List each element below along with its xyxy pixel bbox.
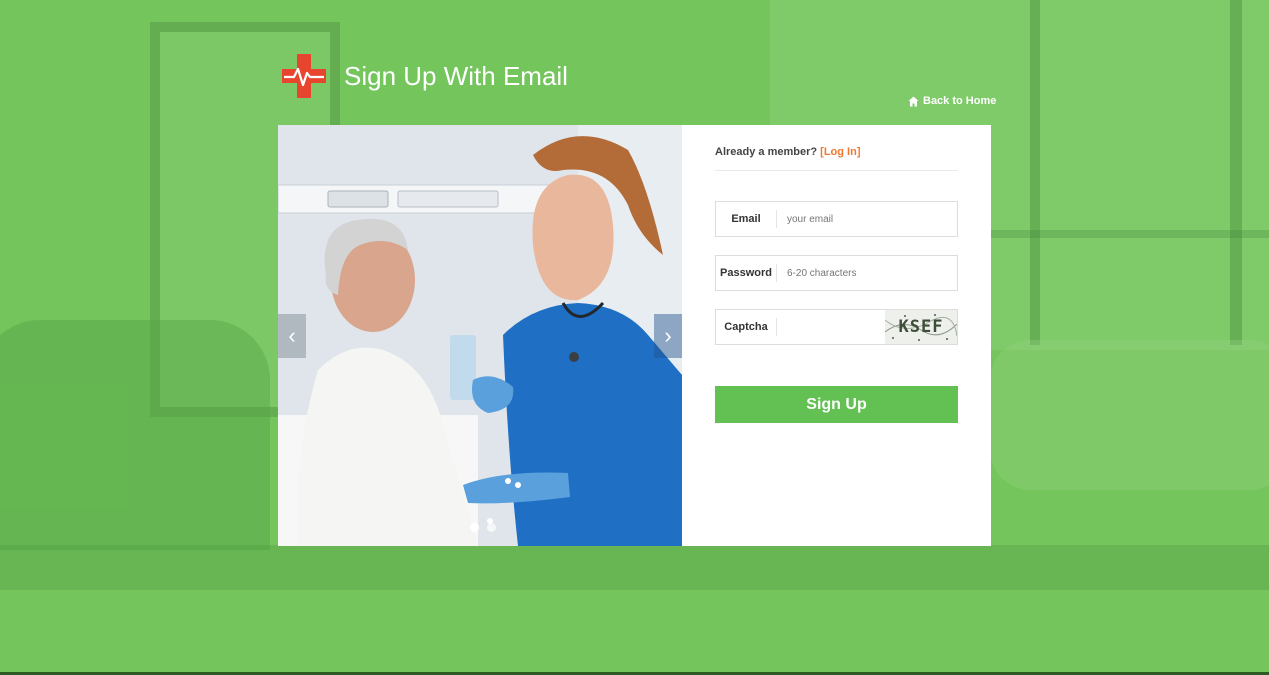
signup-form: Already a member? [Log In] Email Passwor… bbox=[715, 125, 958, 423]
sign-up-button[interactable]: Sign Up bbox=[715, 386, 958, 423]
background-window-frame bbox=[1030, 0, 1040, 345]
carousel-dot-1[interactable] bbox=[470, 523, 479, 532]
email-field: Email bbox=[715, 201, 958, 237]
password-label: Password bbox=[716, 264, 777, 282]
background-window-frame bbox=[1230, 0, 1242, 345]
login-link[interactable]: [Log In] bbox=[820, 146, 860, 158]
home-icon bbox=[908, 96, 919, 106]
email-label: Email bbox=[716, 210, 777, 228]
password-input[interactable] bbox=[777, 258, 957, 288]
image-carousel: ‹ › bbox=[278, 125, 682, 546]
carousel-next-button[interactable]: › bbox=[654, 314, 682, 358]
already-member-text: Already a member? bbox=[715, 146, 818, 158]
captcha-image-graphic: KSEF bbox=[884, 310, 958, 344]
captcha-label: Captcha bbox=[716, 318, 777, 336]
background-chair bbox=[0, 320, 270, 550]
medical-cross-logo-icon bbox=[280, 52, 328, 100]
carousel-indicators bbox=[470, 523, 496, 532]
captcha-image[interactable]: KSEF bbox=[884, 310, 958, 344]
carousel-slide-image bbox=[278, 125, 682, 546]
carousel-dot-2[interactable] bbox=[487, 523, 496, 532]
page-header: Sign Up With Email bbox=[280, 52, 568, 100]
password-field: Password bbox=[715, 255, 958, 291]
back-to-home-link[interactable]: Back to Home bbox=[908, 95, 996, 107]
email-input[interactable] bbox=[777, 204, 957, 234]
back-to-home-label: Back to Home bbox=[923, 95, 997, 107]
footer-area bbox=[0, 590, 1269, 675]
captcha-text: KSEF bbox=[899, 317, 944, 337]
carousel-prev-button[interactable]: ‹ bbox=[278, 314, 306, 358]
signup-panel: ‹ › Already a member? [Log In] Email Pas… bbox=[278, 125, 991, 546]
page-title: Sign Up With Email bbox=[344, 60, 568, 91]
captcha-field: Captcha KSEF bbox=[715, 309, 958, 345]
background-sofa bbox=[990, 340, 1269, 490]
background-floor bbox=[0, 545, 1269, 595]
already-member-row: Already a member? [Log In] bbox=[715, 146, 958, 171]
